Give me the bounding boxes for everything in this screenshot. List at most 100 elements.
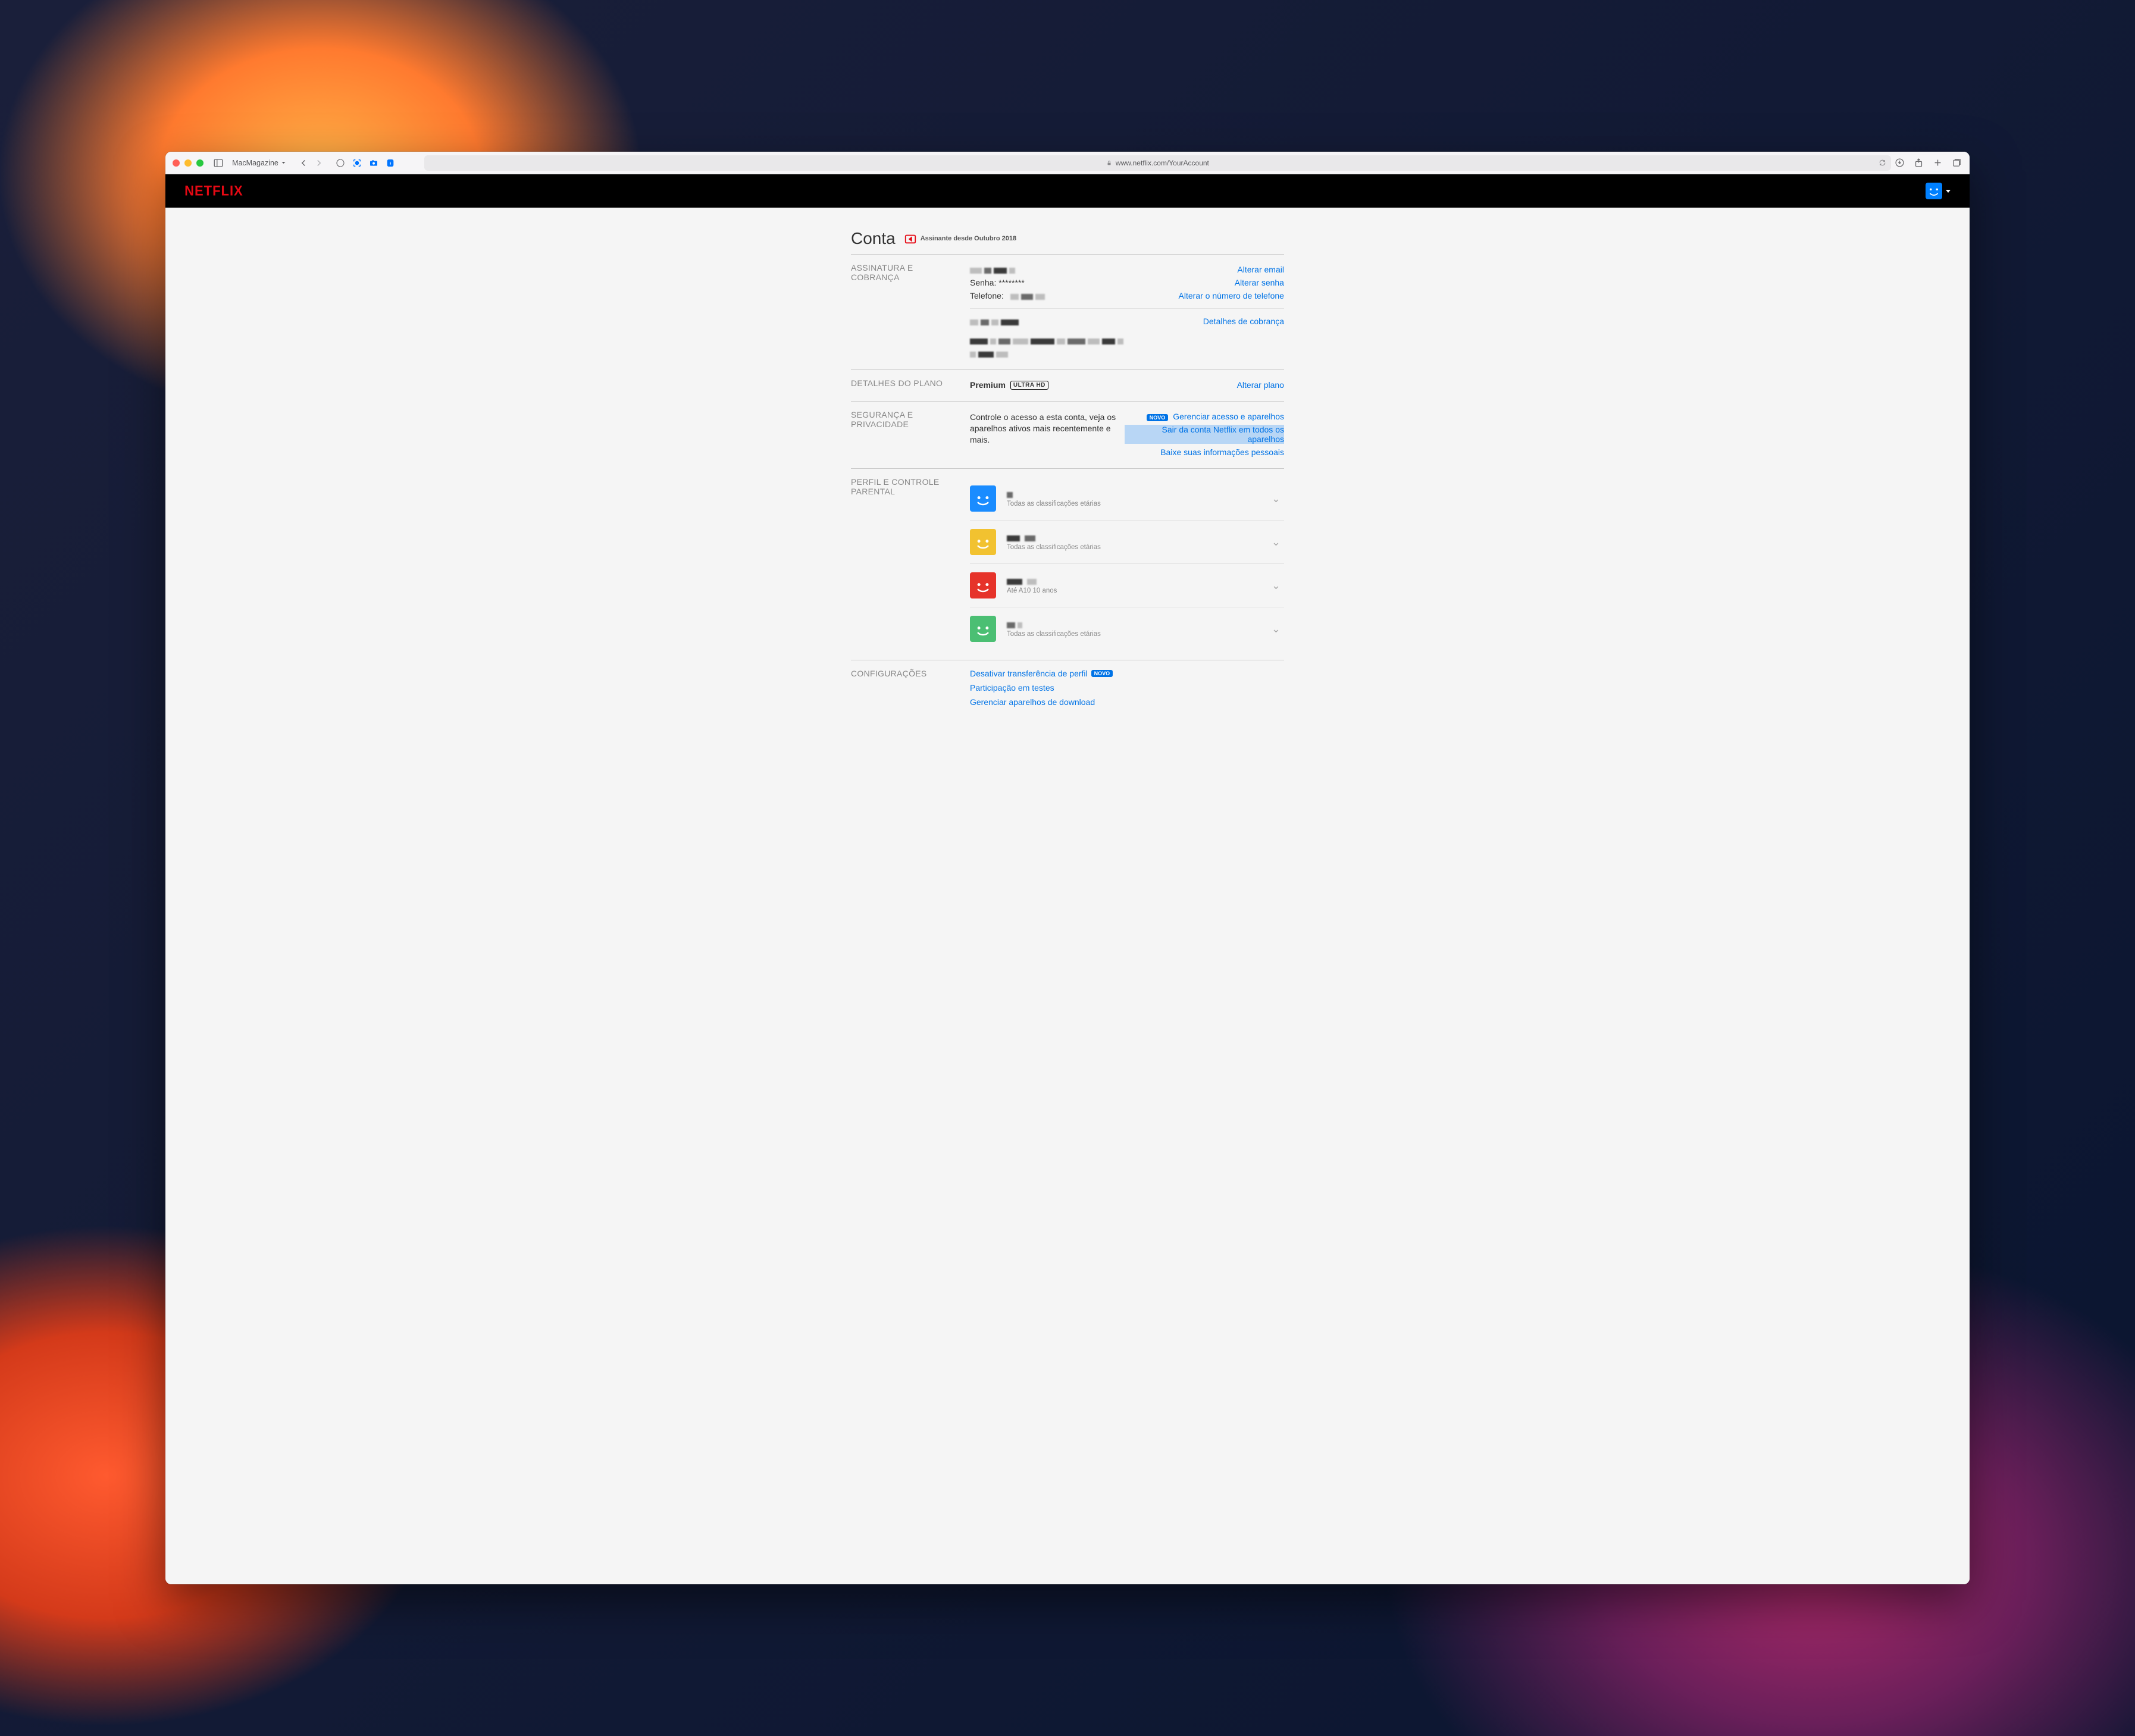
profile-list: Todas as classificações etárias ⌄ To [970,477,1284,650]
netflix-topbar: NETFLIX [165,174,1970,208]
section-label-profiles: PERFIL E CONTROLE PARENTAL [851,477,970,650]
close-window-button[interactable] [173,159,180,167]
plan-badge: ULTRA HD [1010,381,1048,390]
lock-icon [1106,160,1112,166]
downloads-icon[interactable] [1895,158,1905,168]
change-password-link[interactable]: Alterar senha [1235,278,1284,287]
change-email-link[interactable]: Alterar email [1237,265,1284,274]
section-security: SEGURANÇA E PRIVACIDADE Controle o acess… [851,401,1284,468]
change-phone-link[interactable]: Alterar o número de telefone [1179,291,1284,300]
forward-button[interactable] [314,158,324,168]
shield-extension-icon[interactable] [335,158,346,168]
page-header: Conta Assinante desde Outubro 2018 [851,229,1284,248]
tab-group-name[interactable]: MacMagazine [228,158,290,168]
profile-rating: Até A10 10 anos [1007,587,1261,594]
tab-group-label: MacMagazine [232,159,278,167]
row-billing: Detalhes de cobrança [970,315,1284,328]
profile-row[interactable]: Todas as classificações etárias ⌄ [970,607,1284,650]
row-phone: Telefone: Alterar o número de telefone [970,289,1284,302]
safari-window: MacMagazine [165,152,1970,1584]
profile-rating: Todas as classificações etárias [1007,544,1261,551]
profile-rating: Todas as classificações etárias [1007,500,1261,507]
email-redacted [970,265,1018,274]
new-tab-icon[interactable] [1933,158,1943,168]
change-plan-link[interactable]: Alterar plano [1237,380,1284,390]
profile-name-redacted [1007,534,1261,543]
novo-badge: NOVO [1091,670,1113,677]
caret-down-icon [1946,190,1951,193]
manage-devices-link[interactable]: Gerenciar acesso e aparelhos [1173,412,1284,421]
profile-avatar-icon [970,572,996,598]
chevron-down-icon: ⌄ [1272,536,1281,549]
section-label-settings: CONFIGURAÇÕES [851,669,970,707]
billing-address-redacted [970,336,1126,358]
security-description: Controle o acesso a esta conta, veja os … [970,412,1125,446]
onepassword-extension-icon[interactable] [385,158,396,168]
sidebar-toggle-icon[interactable] [213,158,224,168]
download-info-link[interactable]: Baixe suas informações pessoais [1160,447,1284,457]
profile-rating: Todas as classificações etárias [1007,631,1261,638]
tab-overview-icon[interactable] [1952,158,1962,168]
password-field: Senha: ******** [970,278,1025,287]
profile-name-redacted [1007,490,1261,499]
section-label-security: SEGURANÇA E PRIVACIDADE [851,410,970,459]
reload-icon[interactable] [1879,159,1886,167]
chevron-down-icon [281,160,286,165]
toolbar-extensions [335,158,396,168]
camera-extension-icon[interactable] [368,158,379,168]
phone-field: Telefone: [970,291,1048,300]
section-settings: CONFIGURAÇÕES Desativar transferência de… [851,660,1284,716]
share-icon[interactable] [1914,158,1924,168]
plan-name: Premium [970,380,1006,390]
profile-avatar-icon [970,529,996,555]
row-plan: Premium ULTRA HD Alterar plano [970,378,1284,391]
back-button[interactable] [298,158,309,168]
member-since-badge: Assinante desde Outubro 2018 [904,232,1016,245]
address-bar[interactable]: www.netflix.com/YourAccount [424,155,1891,171]
toolbar-right [1895,158,1962,168]
chevron-down-icon: ⌄ [1272,623,1281,635]
row-email: Alterar email [970,263,1284,276]
row-password: Senha: ******** Alterar senha [970,276,1284,289]
netflix-logo[interactable]: NETFLIX [184,183,243,200]
row-security-desc: Controle o acesso a esta conta, veja os … [970,410,1284,459]
minimize-window-button[interactable] [184,159,192,167]
novo-badge: NOVO [1147,414,1169,421]
profile-row[interactable]: Todas as classificações etárias ⌄ [970,521,1284,564]
profile-avatar-icon [970,616,996,642]
profile-name-redacted [1007,577,1261,586]
profile-row[interactable]: Até A10 10 anos ⌄ [970,564,1284,607]
nav-buttons [298,158,324,168]
url-text: www.netflix.com/YourAccount [1116,159,1209,167]
section-label-subscription: ASSINATURA E COBRANÇA [851,263,970,360]
window-controls [173,159,204,167]
subscription-divider [970,308,1284,309]
section-label-plan: DETALHES DO PLANO [851,378,970,391]
member-since-icon [904,232,917,245]
chevron-down-icon: ⌄ [1272,493,1281,505]
section-profiles: PERFIL E CONTROLE PARENTAL Todas as clas… [851,468,1284,660]
disable-transfer-link[interactable]: Desativar transferência de perfil [970,669,1088,678]
profile-menu[interactable] [1926,183,1951,199]
billing-details-link[interactable]: Detalhes de cobrança [1203,317,1284,326]
page-scroll-area[interactable]: NETFLIX Conta Assinante desde Outubro 20… [165,174,1970,1584]
test-participation-link[interactable]: Participação em testes [970,683,1284,692]
privacy-extension-icon[interactable] [352,158,362,168]
profile-avatar-icon [970,485,996,512]
desktop-background: MacMagazine [0,0,2135,1736]
card-redacted [970,317,1021,326]
section-subscription: ASSINATURA E COBRANÇA Alterar email Senh… [851,254,1284,369]
chevron-down-icon: ⌄ [1272,579,1281,592]
row-billing-2 [970,334,1284,360]
browser-toolbar: MacMagazine [165,152,1970,174]
member-since-text: Assinante desde Outubro 2018 [921,235,1016,242]
section-plan: DETALHES DO PLANO Premium ULTRA HD Alter… [851,369,1284,401]
page-title: Conta [851,229,896,248]
account-page: Conta Assinante desde Outubro 2018 ASSIN… [841,208,1294,745]
profile-row[interactable]: Todas as classificações etárias ⌄ [970,477,1284,521]
manage-downloads-link[interactable]: Gerenciar aparelhos de download [970,697,1284,707]
sign-out-all-link[interactable]: Sair da conta Netflix em todos os aparel… [1125,425,1284,444]
profile-name-redacted [1007,621,1261,629]
profile-avatar-icon [1926,183,1942,199]
maximize-window-button[interactable] [196,159,204,167]
